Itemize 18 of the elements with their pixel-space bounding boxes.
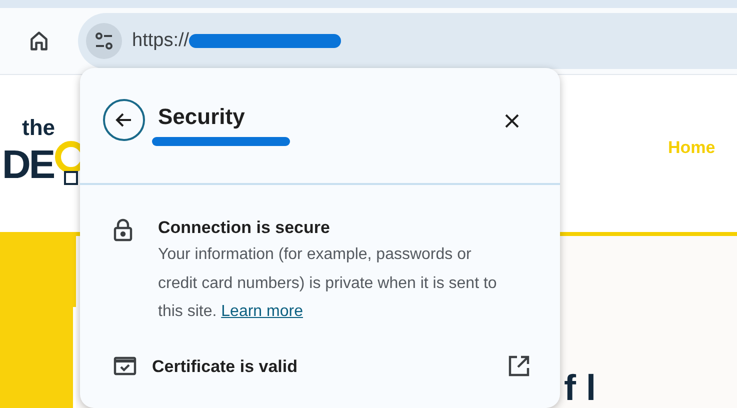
tune-icon [94, 32, 114, 50]
home-icon[interactable] [28, 30, 50, 52]
url-text: https:// [132, 28, 190, 53]
lock-icon [113, 218, 133, 242]
certificate-icon [113, 356, 137, 376]
connection-description: Your information (for example, passwords or credit card numbers) is private when it is sent to this site. Learn more [158, 245, 498, 322]
back-button[interactable] [103, 99, 145, 141]
site-settings-button[interactable] [86, 23, 122, 59]
logo-text: DE [2, 144, 54, 184]
close-icon [504, 113, 520, 129]
certificate-label: Certificate is valid [152, 356, 298, 378]
address-bar[interactable]: https:// [78, 13, 737, 69]
logo-text: the [22, 116, 56, 138]
connection-title: Connection is secure [158, 217, 331, 239]
page-heading: f l [564, 370, 596, 406]
learn-more-link[interactable]: Learn more [221, 303, 303, 320]
external-link-icon[interactable] [508, 355, 530, 378]
popup-title: Security [158, 103, 246, 131]
